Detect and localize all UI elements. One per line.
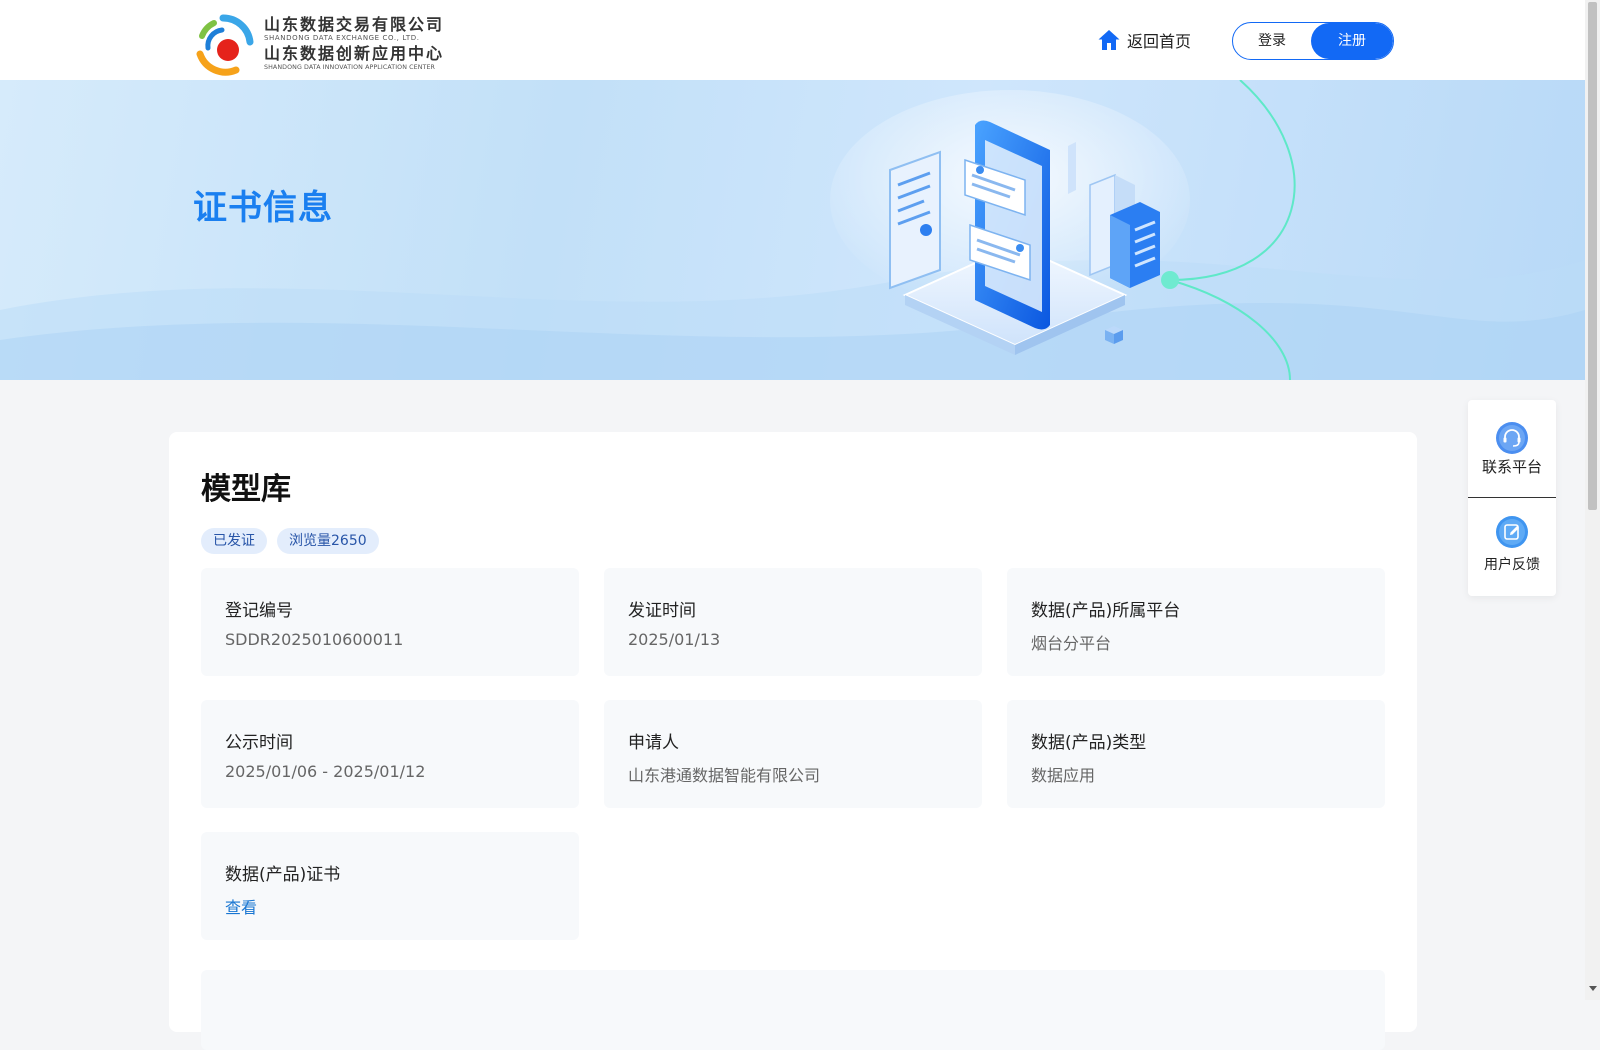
user-feedback-label: 用户反馈: [1484, 557, 1540, 573]
info-label: 数据(产品)证书: [225, 865, 341, 885]
page-title: 证书信息: [193, 188, 333, 228]
logo-name-2: 山东数据创新应用中心: [264, 44, 445, 63]
view-count-badge: 浏览量2650: [277, 528, 379, 554]
headset-icon: [1496, 422, 1528, 454]
page-scrollbar[interactable]: [1585, 0, 1600, 1000]
info-value: 2025/01/13: [628, 630, 721, 649]
info-certificate: 数据(产品)证书 查看: [201, 832, 579, 940]
company-logo[interactable]: 山东数据交易有限公司 SHANDONG DATA EXCHANGE CO., L…: [192, 14, 452, 76]
info-label: 公示时间: [225, 733, 293, 753]
info-label: 数据(产品)所属平台: [1031, 601, 1181, 621]
product-card: 模型库 已发证 浏览量2650 登记编号 SDDR2025010600011 发…: [169, 432, 1417, 1050]
banner-illustration: [0, 80, 1585, 380]
edit-icon: [1496, 516, 1528, 548]
floating-side-widget: 联系平台 用户反馈: [1468, 400, 1556, 596]
info-product-type: 数据(产品)类型 数据应用: [1007, 700, 1385, 808]
scroll-down-arrow-icon[interactable]: [1589, 986, 1597, 991]
home-link-label: 返回首页: [1127, 32, 1192, 51]
contact-platform-button[interactable]: 联系平台: [1468, 400, 1556, 496]
details-panel: [201, 970, 1385, 1050]
info-value: 2025/01/06 - 2025/01/12: [225, 762, 426, 781]
auth-buttons: 登录 注册: [1232, 22, 1394, 60]
hero-banner: 证书信息: [0, 80, 1585, 380]
logo-name-1: 山东数据交易有限公司: [264, 15, 445, 34]
info-publicity-period: 公示时间 2025/01/06 - 2025/01/12: [201, 700, 579, 808]
info-label: 数据(产品)类型: [1031, 733, 1147, 753]
product-tags: 已发证 浏览量2650: [201, 528, 389, 554]
user-feedback-button[interactable]: 用户反馈: [1468, 498, 1556, 594]
login-button[interactable]: 登录: [1233, 23, 1311, 59]
info-registration-number: 登记编号 SDDR2025010600011: [201, 568, 579, 676]
info-value: SDDR2025010600011: [225, 630, 404, 649]
logo-english-2: SHANDONG DATA INNOVATION APPLICATION CEN…: [264, 64, 436, 71]
info-label: 申请人: [628, 733, 679, 753]
home-link[interactable]: 返回首页: [1097, 26, 1191, 54]
info-issue-date: 发证时间 2025/01/13: [604, 568, 982, 676]
view-certificate-link[interactable]: 查看: [225, 894, 257, 918]
product-title: 模型库: [201, 472, 291, 507]
info-label: 登记编号: [225, 601, 293, 621]
logo-english-1: SHANDONG DATA EXCHANGE CO., LTD.: [264, 34, 420, 42]
status-badge: 已发证: [201, 528, 267, 554]
info-value: 山东港通数据智能有限公司: [628, 766, 821, 785]
logo-mark-icon: [196, 14, 254, 76]
info-value: 烟台分平台: [1031, 634, 1112, 653]
home-icon: [1098, 30, 1120, 50]
register-button[interactable]: 注册: [1311, 23, 1393, 59]
scrollbar-thumb[interactable]: [1588, 2, 1597, 510]
info-label: 发证时间: [628, 601, 696, 621]
top-header: 山东数据交易有限公司 SHANDONG DATA EXCHANGE CO., L…: [0, 0, 1585, 81]
info-platform: 数据(产品)所属平台 烟台分平台: [1007, 568, 1385, 676]
info-applicant: 申请人 山东港通数据智能有限公司: [604, 700, 982, 808]
contact-platform-label: 联系平台: [1481, 458, 1542, 476]
info-value: 数据应用: [1031, 766, 1096, 785]
